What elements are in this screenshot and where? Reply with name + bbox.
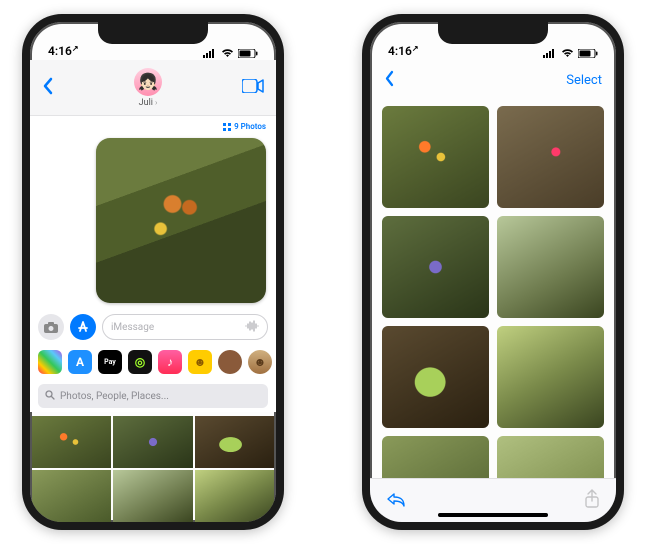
status-time: 4:16↗ xyxy=(388,44,419,58)
bottom-toolbar xyxy=(370,478,616,522)
appstore-icon xyxy=(76,320,90,334)
status-time: 4:16↗ xyxy=(48,44,79,58)
grid-photo[interactable] xyxy=(382,436,489,478)
notch xyxy=(98,22,208,44)
picker-photo[interactable] xyxy=(113,470,192,522)
grid-photo[interactable] xyxy=(497,326,604,428)
message-input[interactable]: iMessage xyxy=(102,314,268,340)
search-icon xyxy=(45,390,55,403)
chevron-right-icon: › xyxy=(155,98,157,107)
search-placeholder: Photos, People, Places... xyxy=(60,391,169,402)
message-placeholder: iMessage xyxy=(111,322,154,333)
fitness-app-icon[interactable]: ◎ xyxy=(128,350,152,374)
home-indicator[interactable] xyxy=(438,513,548,517)
app-drawer-button[interactable] xyxy=(70,314,96,340)
grid-photo[interactable] xyxy=(382,326,489,428)
applepay-app-icon[interactable]: Pay xyxy=(98,350,122,374)
grid-photo[interactable] xyxy=(382,106,489,208)
picker-photo[interactable] xyxy=(195,416,274,468)
grid-icon xyxy=(223,123,231,131)
select-button[interactable]: Select xyxy=(566,73,602,88)
photos-count-label: 9 Photos xyxy=(234,122,266,131)
phone-left-messages: 4:16↗ 👧🏻 Juli› 9 Photos xyxy=(22,14,284,530)
cellular-signal-icon xyxy=(543,49,557,58)
picker-photo[interactable] xyxy=(32,416,111,468)
picker-photo[interactable] xyxy=(113,416,192,468)
message-input-row: iMessage xyxy=(30,308,276,346)
music-app-icon[interactable]: ♪ xyxy=(158,350,182,374)
contact-name-label: Juli xyxy=(139,98,153,108)
reply-button[interactable] xyxy=(386,491,406,511)
app-strip[interactable]: APay◎♪☻☻ xyxy=(30,346,276,380)
picker-photo[interactable] xyxy=(195,470,274,522)
contact-avatar: 👧🏻 xyxy=(134,68,162,96)
memoji-app-icon[interactable]: ☻ xyxy=(188,350,212,374)
battery-icon xyxy=(238,49,258,58)
grid-photo[interactable] xyxy=(497,106,604,208)
camera-button[interactable] xyxy=(38,314,64,340)
share-button[interactable] xyxy=(584,489,600,513)
audio-message-icon[interactable] xyxy=(245,320,259,335)
battery-icon xyxy=(578,49,598,58)
back-button[interactable] xyxy=(384,70,395,91)
picker-photo[interactable] xyxy=(32,470,111,522)
camera-icon xyxy=(44,322,58,333)
photo-grid[interactable] xyxy=(370,100,616,478)
back-button[interactable] xyxy=(42,77,54,99)
grid-photo[interactable] xyxy=(382,216,489,318)
grid-photo[interactable] xyxy=(497,216,604,318)
photo-picker-grid[interactable] xyxy=(30,412,276,522)
cellular-signal-icon xyxy=(203,49,217,58)
grid-photo[interactable] xyxy=(497,436,604,478)
phone-right-gallery: 4:16↗ Select xyxy=(362,14,624,530)
photo-search-input[interactable]: Photos, People, Places... xyxy=(38,384,268,408)
gallery-nav-bar: Select xyxy=(370,60,616,100)
conversation-area[interactable]: 9 Photos xyxy=(30,116,276,308)
appstore-app-icon[interactable]: A xyxy=(68,350,92,374)
photos-app-icon[interactable] xyxy=(38,350,62,374)
photos-stack-link[interactable]: 9 Photos xyxy=(223,122,266,131)
notch xyxy=(438,22,548,44)
messages-nav-bar: 👧🏻 Juli› xyxy=(30,60,276,116)
photo-message-bubble[interactable] xyxy=(96,138,266,303)
wifi-icon xyxy=(561,49,574,58)
facetime-button[interactable] xyxy=(242,78,264,97)
avatar-app-icon[interactable] xyxy=(218,350,242,374)
contact-header[interactable]: 👧🏻 Juli› xyxy=(134,68,162,108)
sent-photo xyxy=(96,138,266,303)
wifi-icon xyxy=(221,49,234,58)
memoji2-app-icon[interactable]: ☻ xyxy=(248,350,272,374)
photo-search-row: Photos, People, Places... xyxy=(30,380,276,412)
